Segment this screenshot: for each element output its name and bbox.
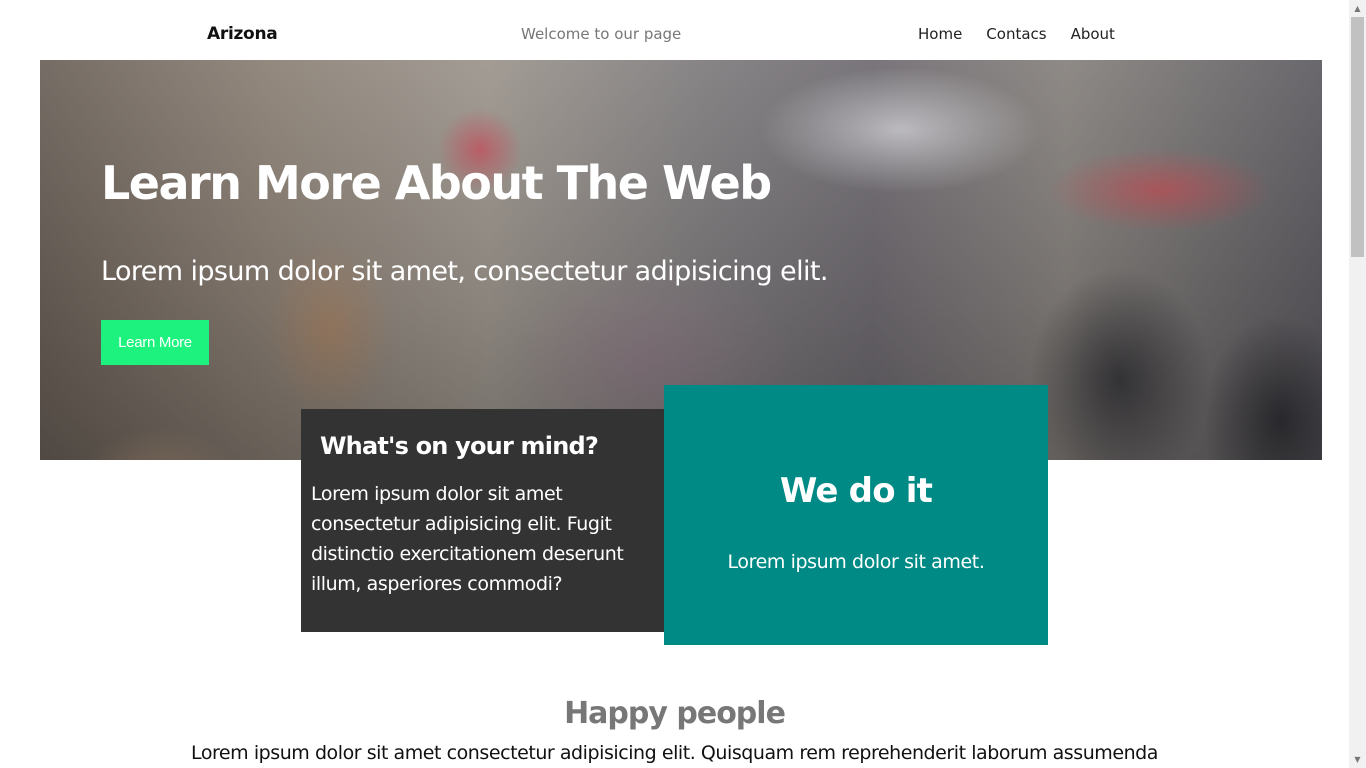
- nav-link-home[interactable]: Home: [918, 25, 962, 43]
- main-nav: Home Contacs About: [918, 25, 1115, 43]
- scroll-down-arrow-icon[interactable]: ▼: [1349, 751, 1366, 768]
- hero-title: Learn More About The Web: [101, 156, 772, 210]
- mind-card: What's on your mind? Lorem ipsum dolor s…: [301, 409, 664, 632]
- scroll-thumb[interactable]: [1351, 17, 1364, 257]
- welcome-text: Welcome to our page: [521, 25, 682, 43]
- hero-subtitle: Lorem ipsum dolor sit amet, consectetur …: [101, 256, 828, 287]
- mind-card-text: Lorem ipsum dolor sit amet consectetur a…: [311, 483, 624, 595]
- nav-link-contacs[interactable]: Contacs: [986, 25, 1046, 43]
- happy-people-text: Lorem ipsum dolor sit amet consectetur a…: [191, 742, 1158, 764]
- scroll-up-arrow-icon[interactable]: ▲: [1349, 0, 1366, 17]
- happy-people-title: Happy people: [564, 696, 786, 731]
- site-header: Arizona Welcome to our page Home Contacs…: [0, 0, 1349, 60]
- nav-link-about[interactable]: About: [1071, 25, 1115, 43]
- page-scrollbar[interactable]: ▲ ▼: [1349, 0, 1366, 768]
- brand-logo[interactable]: Arizona: [207, 24, 278, 44]
- we-do-it-text: Lorem ipsum dolor sit amet.: [727, 551, 985, 573]
- mind-card-title: What's on your mind?: [320, 432, 599, 460]
- we-do-it-card: We do it Lorem ipsum dolor sit amet.: [664, 385, 1048, 645]
- learn-more-button[interactable]: Learn More: [101, 320, 209, 365]
- we-do-it-title: We do it: [779, 471, 933, 511]
